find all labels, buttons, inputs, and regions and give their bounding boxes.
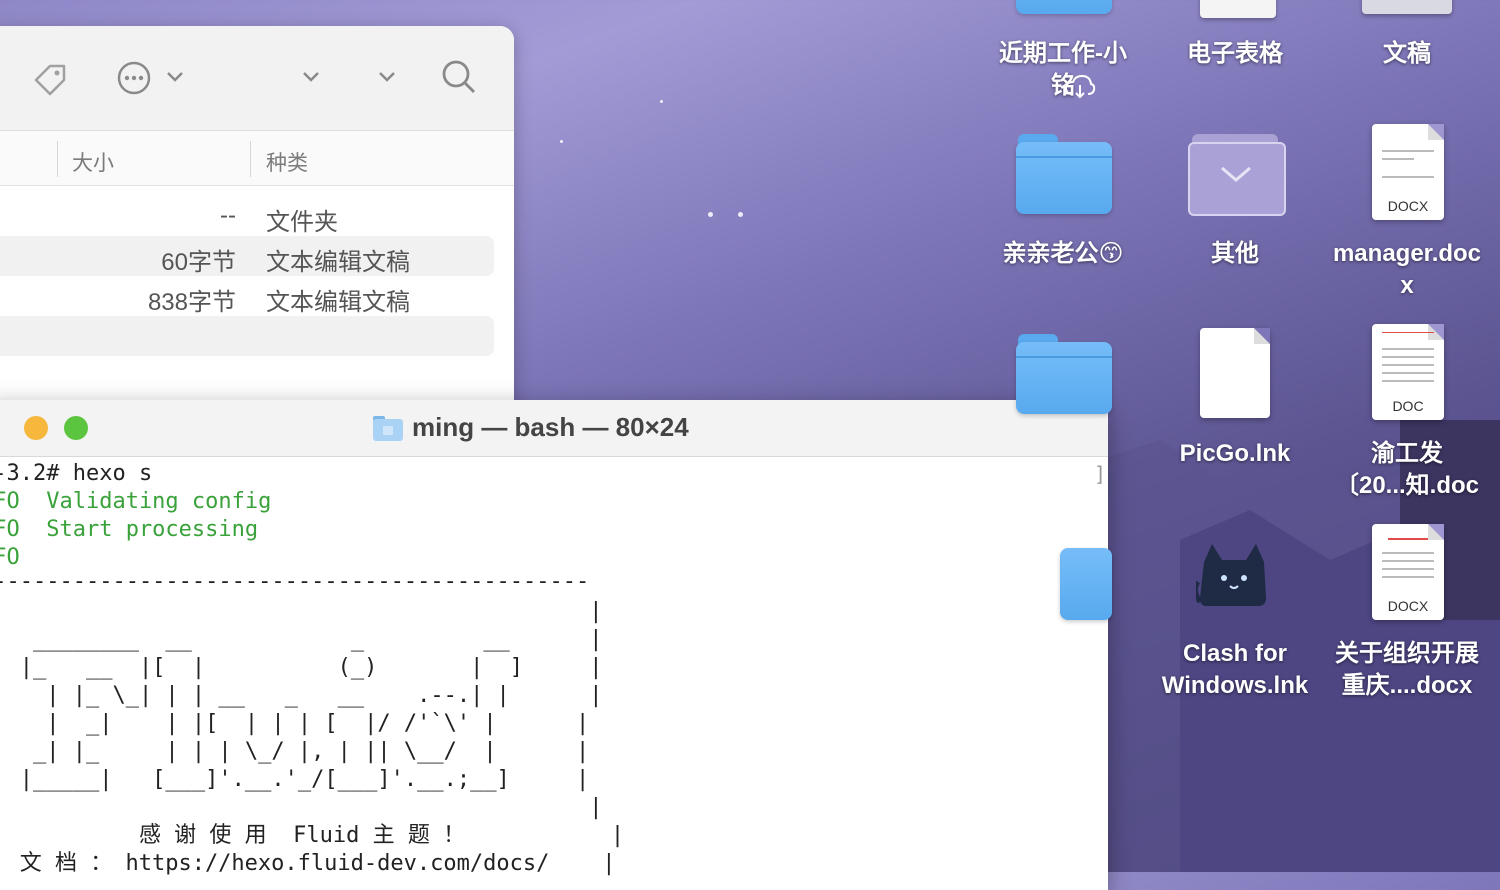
terminal-line: | _| | |[ | | | [ |/ /'`\' | | — [0, 711, 590, 736]
desktop-icon-label[interactable]: 电子表格 — [1150, 38, 1320, 70]
terminal-line: _| |_ | | | \_/ |, | || \__/ | | — [0, 739, 590, 764]
doc-file-icon[interactable]: DOC — [1372, 324, 1444, 420]
finder-window: 大小 种类 -- 文件夹 60字节 文本编辑文稿 838字节 文本编辑文稿 — [0, 26, 514, 426]
terminal-titlebar[interactable]: ming — bash — 80×24 — [0, 400, 1108, 457]
file-type-badge: DOC — [1392, 398, 1424, 414]
folder-icon[interactable] — [1016, 0, 1112, 16]
docx-file-icon[interactable]: DOCX — [1372, 124, 1444, 220]
folder-icon — [373, 416, 403, 441]
terminal-line: NFO Start processing — [0, 517, 259, 542]
desktop-icon-label[interactable]: 近期工作-小 铭 — [978, 38, 1148, 102]
clash-cat-icon[interactable] — [1196, 540, 1272, 610]
terminal-line: n-3.2# hexo s — [0, 461, 153, 486]
terminal-line: 文 档 ： https://hexo.fluid-dev.com/docs/ | — [0, 851, 616, 876]
terminal-window[interactable]: ming — bash — 80×24 ] n-3.2# hexo s NFO … — [0, 400, 1108, 890]
file-kind: 文本编辑文稿 — [266, 249, 410, 276]
docx-file-icon[interactable]: DOCX — [1372, 524, 1444, 620]
other-folder-icon[interactable] — [1188, 134, 1286, 216]
file-row[interactable]: 838字节 文本编辑文稿 — [0, 276, 494, 316]
terminal-line: ________ __ _ __ | — [0, 627, 603, 652]
file-size: 838字节 — [147, 289, 236, 316]
minimize-button[interactable] — [24, 416, 48, 440]
desktop-icon-label[interactable]: 文稿 — [1322, 38, 1492, 70]
terminal-line: | — [0, 599, 603, 624]
terminal-line: | |_ \_| | | __ _ __ .--.| | | — [0, 683, 603, 708]
folder-icon[interactable] — [1060, 540, 1112, 622]
spreadsheet-icon[interactable] — [1200, 0, 1276, 18]
file-size: -- — [220, 202, 236, 229]
zoom-button[interactable] — [64, 416, 88, 440]
file-kind: 文件夹 — [266, 209, 338, 236]
column-divider — [250, 141, 251, 177]
folder-icon[interactable] — [1016, 134, 1112, 216]
terminal-line: |_ __ |[ | (_) | ] | — [0, 655, 603, 680]
chevron-down-icon[interactable] — [378, 70, 396, 84]
file-row[interactable]: 60字节 文本编辑文稿 — [0, 236, 494, 276]
size-column-header[interactable]: 大小 — [72, 147, 114, 177]
tag-icon[interactable] — [30, 60, 70, 100]
terminal-line: 感 谢 使 用 Fluid 主 题 ！ | — [0, 823, 625, 848]
file-row[interactable]: -- 文件夹 — [0, 196, 494, 236]
more-actions-icon[interactable] — [116, 60, 156, 100]
finder-toolbar — [0, 26, 514, 131]
chevron-down-icon[interactable] — [302, 70, 320, 84]
terminal-line: NFO Validating config — [0, 489, 272, 514]
column-divider — [57, 141, 58, 177]
terminal-title: ming — bash — 80×24 — [412, 412, 689, 442]
folder-icon[interactable] — [1016, 334, 1112, 416]
file-type-badge: DOCX — [1387, 198, 1429, 214]
desktop-icon-label[interactable]: PicGo.lnk — [1150, 438, 1320, 470]
star — [708, 212, 713, 217]
file-type-badge: DOCX — [1387, 598, 1429, 614]
shortcut-file-icon[interactable] — [1200, 328, 1270, 418]
desktop-icon-label[interactable]: 亲亲老公😙 — [978, 238, 1148, 270]
star — [738, 212, 743, 217]
cloud-download-icon — [1064, 74, 1096, 99]
terminal-line: ----------------------------------------… — [0, 569, 590, 594]
documents-folder-icon[interactable] — [1362, 0, 1452, 14]
chevron-down-icon[interactable] — [166, 70, 184, 84]
star — [660, 100, 663, 103]
terminal-line: | — [0, 795, 603, 820]
file-size: 60字节 — [161, 249, 236, 276]
desktop-icon-label[interactable]: Clash for Windows.lnk — [1150, 638, 1320, 702]
desktop-icon-label[interactable]: manager.doc x — [1322, 238, 1492, 302]
scroll-marker: ] — [1093, 462, 1106, 486]
file-kind: 文本编辑文稿 — [266, 289, 410, 316]
desktop-icon-label[interactable]: 渝工发 〔20...知.doc — [1322, 438, 1492, 502]
terminal-line: |_____| [___]'.__.'_/[___]'.__.;__] | — [0, 767, 590, 792]
column-header: 大小 种类 — [0, 131, 514, 186]
star — [560, 140, 563, 143]
kind-column-header[interactable]: 种类 — [266, 147, 308, 177]
desktop-icon-label[interactable]: 其他 — [1150, 238, 1320, 270]
file-row-empty[interactable] — [0, 316, 494, 356]
search-icon[interactable] — [440, 58, 478, 96]
desktop-icon-label[interactable]: 关于组织开展 重庆....docx — [1322, 638, 1492, 702]
